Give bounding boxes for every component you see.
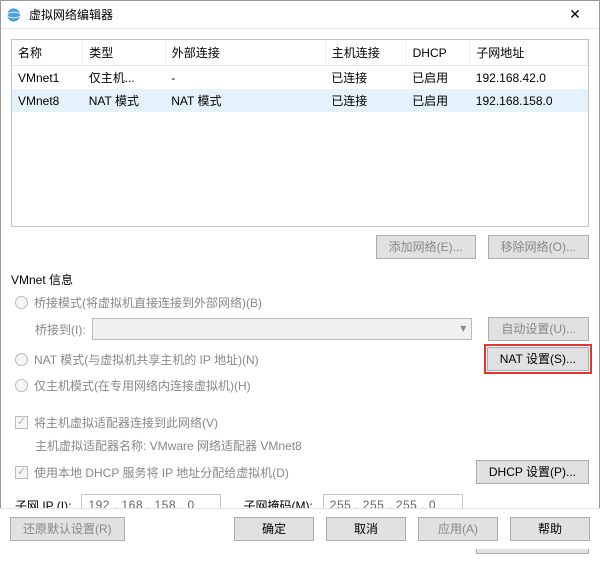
radio-bridge-mode: [15, 296, 28, 309]
apply-button: 应用(A): [418, 517, 498, 541]
table-row[interactable]: VMnet8NAT 模式NAT 模式已连接已启用192.168.158.0: [12, 89, 588, 112]
cell-type: NAT 模式: [83, 89, 166, 112]
vmnet-info-label: VMnet 信息: [11, 271, 589, 288]
label-bridge-mode: 桥接模式(将虚拟机直接连接到外部网络)(B): [34, 294, 262, 311]
col-type[interactable]: 类型: [83, 40, 166, 66]
close-icon[interactable]: ✕: [555, 1, 595, 29]
network-table[interactable]: 名称 类型 外部连接 主机连接 DHCP 子网地址 VMnet1仅主机...-已…: [11, 39, 589, 227]
nat-settings-button[interactable]: NAT 设置(S)...: [487, 347, 589, 371]
label-adapter-name: 主机虚拟适配器名称: VMware 网络适配器 VMnet8: [35, 437, 302, 454]
label-bridge-to: 桥接到(I):: [35, 321, 86, 338]
cell-dhcp: 已启用: [406, 89, 470, 112]
col-external[interactable]: 外部连接: [165, 40, 325, 66]
title-bar: 虚拟网络编辑器 ✕: [1, 1, 599, 29]
add-network-button[interactable]: 添加网络(E)...: [376, 235, 476, 259]
col-name[interactable]: 名称: [12, 40, 83, 66]
cell-name: VMnet8: [12, 89, 83, 112]
cell-type: 仅主机...: [83, 66, 166, 90]
radio-hostonly-mode: [15, 379, 28, 392]
col-subnet[interactable]: 子网地址: [470, 40, 588, 66]
cell-dhcp: 已启用: [406, 66, 470, 90]
cell-external: NAT 模式: [165, 89, 325, 112]
cell-external: -: [165, 66, 325, 90]
window-title: 虚拟网络编辑器: [29, 6, 555, 23]
cell-subnet: 192.168.42.0: [470, 66, 588, 90]
cell-hostconn: 已连接: [325, 66, 406, 90]
col-dhcp[interactable]: DHCP: [406, 40, 470, 66]
table-row[interactable]: VMnet1仅主机...-已连接已启用192.168.42.0: [12, 66, 588, 90]
label-connect-host: 将主机虚拟适配器连接到此网络(V): [34, 414, 218, 431]
label-nat-mode: NAT 模式(与虚拟机共享主机的 IP 地址)(N): [34, 351, 259, 368]
remove-network-button[interactable]: 移除网络(O)...: [488, 235, 589, 259]
col-hostconn[interactable]: 主机连接: [325, 40, 406, 66]
checkbox-connect-host: [15, 416, 28, 429]
help-button[interactable]: 帮助: [510, 517, 590, 541]
checkbox-use-dhcp: [15, 466, 28, 479]
table-header-row: 名称 类型 外部连接 主机连接 DHCP 子网地址: [12, 40, 588, 66]
cell-name: VMnet1: [12, 66, 83, 90]
label-use-dhcp: 使用本地 DHCP 服务将 IP 地址分配给虚拟机(D): [34, 464, 289, 481]
cell-subnet: 192.168.158.0: [470, 89, 588, 112]
auto-settings-button: 自动设置(U)...: [488, 317, 589, 341]
app-icon: [5, 6, 23, 24]
bridge-to-combo: [92, 318, 473, 340]
label-hostonly-mode: 仅主机模式(在专用网络内连接虚拟机)(H): [34, 377, 251, 394]
radio-nat-mode: [15, 353, 28, 366]
dialog-footer: 还原默认设置(R) 确定 取消 应用(A) 帮助: [0, 508, 600, 549]
dhcp-settings-button[interactable]: DHCP 设置(P)...: [476, 460, 589, 484]
cancel-button[interactable]: 取消: [326, 517, 406, 541]
restore-defaults-button: 还原默认设置(R): [10, 517, 125, 541]
ok-button[interactable]: 确定: [234, 517, 314, 541]
cell-hostconn: 已连接: [325, 89, 406, 112]
